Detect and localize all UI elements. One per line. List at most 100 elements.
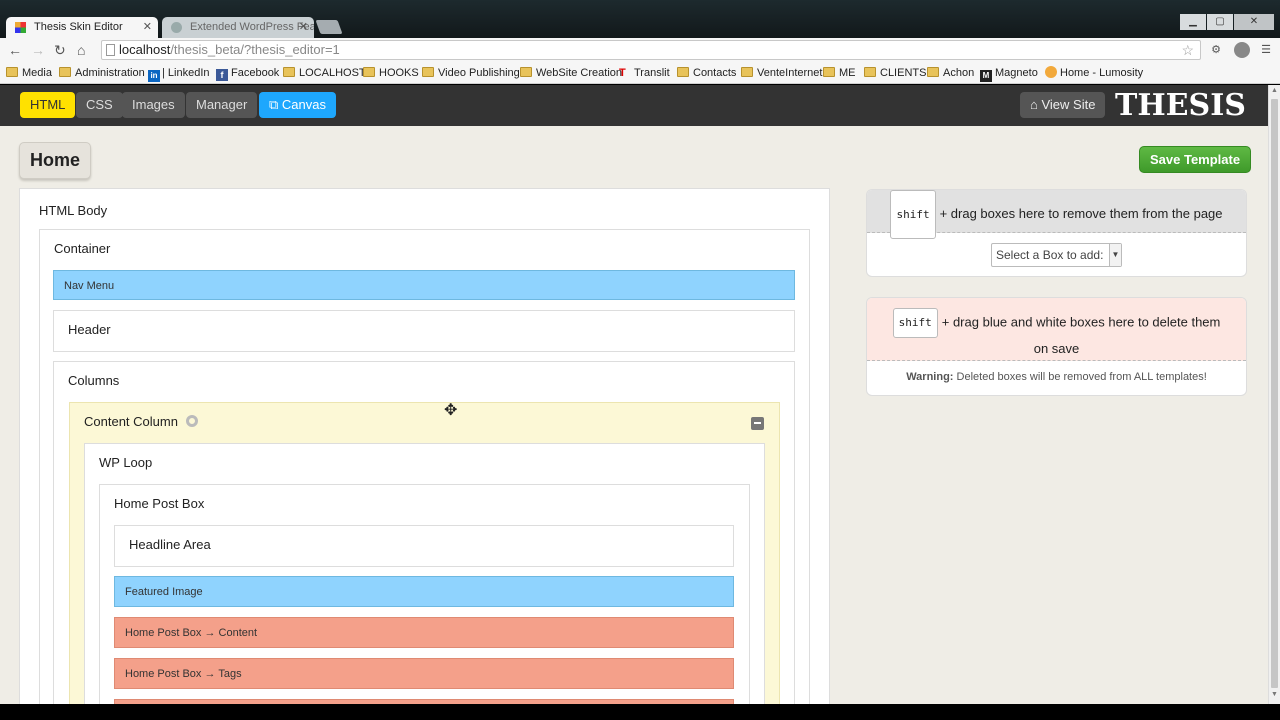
thesis-logo: THESIS: [1115, 88, 1246, 123]
box-label: Headline Area: [129, 537, 211, 552]
folder-icon: [422, 67, 434, 77]
bookmark-facebook[interactable]: f Facebook: [216, 66, 279, 81]
tab-title: Extended WordPress Feat: [190, 21, 314, 33]
box-label: Columns: [68, 373, 120, 388]
view-site-button[interactable]: ⌂ View Site: [1020, 92, 1106, 118]
dropdown-arrow-icon: ▼: [1109, 244, 1121, 266]
remove-drop-zone[interactable]: shift + drag boxes here to remove them fr…: [867, 190, 1246, 239]
delete-drop-zone[interactable]: shift + drag blue and white boxes here to…: [867, 298, 1246, 361]
translit-icon: T: [619, 67, 626, 79]
box-label: WP Loop: [99, 455, 153, 470]
gear-icon[interactable]: [185, 415, 198, 427]
extension-circle-icon[interactable]: [1234, 42, 1250, 58]
scroll-up-icon[interactable]: ▲: [1271, 87, 1278, 94]
bookmark-clients[interactable]: CLIENTS: [864, 66, 926, 80]
save-template-button[interactable]: Save Template: [1139, 146, 1252, 173]
close-window-icon[interactable]: ✕: [1234, 14, 1274, 30]
facebook-icon: f: [216, 69, 228, 81]
folder-icon: [823, 67, 835, 77]
close-tab-icon[interactable]: ✕: [299, 17, 308, 38]
wordpress-favicon-icon: [171, 22, 182, 33]
linkedin-icon: in: [148, 70, 160, 82]
editor-canvas: Home Save Template HTML Body Container N…: [0, 126, 1268, 704]
bookmark-lumosity[interactable]: Home - Lumosity: [1045, 66, 1143, 80]
select-box-dropdown[interactable]: Select a Box to add: ▼: [991, 243, 1122, 267]
bookmark-star-icon[interactable]: ☆: [1181, 41, 1194, 59]
shift-key: shift: [890, 190, 936, 239]
reload-icon[interactable]: ↻: [54, 42, 66, 58]
bookmark-venteinternet[interactable]: VenteInternet: [741, 66, 822, 80]
template-selector-button[interactable]: Home: [19, 142, 92, 179]
bookmarks-bar: Media Administration in | LinkedIn f Faceb…: [0, 62, 1280, 84]
close-tab-icon[interactable]: ✕: [143, 17, 152, 38]
bookmark-administration[interactable]: Administration: [59, 66, 145, 80]
box-post-tags[interactable]: Home Post Box → Tags: [114, 658, 734, 689]
collapse-icon[interactable]: [751, 417, 764, 430]
tab-thesis-skin-editor[interactable]: Thesis Skin Editor ✕: [6, 17, 158, 38]
scroll-down-icon[interactable]: ▼: [1271, 691, 1278, 698]
new-tab-button[interactable]: [315, 20, 343, 34]
folder-icon: [59, 67, 71, 77]
lumosity-icon: [1045, 66, 1057, 78]
box-nav-menu[interactable]: Nav Menu: [53, 270, 795, 300]
manager-tab-button[interactable]: Manager: [186, 92, 258, 118]
forward-arrow-icon[interactable]: →: [31, 42, 45, 58]
bookmark-website-creation[interactable]: WebSite Creation: [520, 66, 622, 80]
box-featured-image[interactable]: Featured Image: [114, 576, 734, 607]
minimize-icon[interactable]: ▁: [1180, 14, 1206, 30]
remove-boxes-panel[interactable]: shift + drag boxes here to remove them fr…: [866, 189, 1247, 277]
tab-title: Thesis Skin Editor: [34, 21, 123, 33]
shift-key: shift: [892, 308, 938, 338]
bookmark-translit[interactable]: T Translit: [619, 66, 670, 80]
canvas-icon: ⧉: [269, 97, 279, 112]
delete-instruction: + drag blue and white boxes here to dele…: [941, 314, 1221, 356]
move-cursor-icon: ✥: [444, 402, 458, 419]
home-icon[interactable]: ⌂: [77, 42, 85, 58]
box-headline-area[interactable]: Headline Area: [114, 525, 734, 567]
folder-icon: [363, 67, 375, 77]
bookmark-magneto[interactable]: M Magneto: [980, 66, 1038, 82]
page-scrollbar[interactable]: ▲ ▼: [1268, 85, 1280, 704]
folder-icon: [677, 67, 689, 77]
delete-boxes-panel[interactable]: shift + drag blue and white boxes here to…: [866, 297, 1247, 396]
bookmark-contacts[interactable]: Contacts: [677, 66, 736, 80]
folder-icon: [927, 67, 939, 77]
window-controls: ▁ ▢ ✕: [1180, 14, 1274, 30]
bookmark-hooks[interactable]: HOOKS: [363, 66, 419, 80]
bookmark-achon[interactable]: Achon: [927, 66, 974, 80]
images-tab-button[interactable]: Images: [122, 92, 185, 118]
bookmark-localhost[interactable]: LOCALHOST: [283, 66, 366, 80]
url-path: /thesis_beta/?thesis_editor=1: [170, 42, 340, 57]
home-icon: ⌂: [1030, 97, 1038, 112]
css-tab-button[interactable]: CSS: [76, 92, 123, 118]
remove-instruction: + drag boxes here to remove them from th…: [939, 205, 1223, 221]
browser-toolbar: ← → ↻ ⌂ localhost/thesis_beta/?thesis_ed…: [0, 38, 1280, 62]
box-header[interactable]: Header: [53, 310, 795, 352]
url-host: localhost: [119, 42, 171, 57]
box-post-content[interactable]: Home Post Box → Content: [114, 617, 734, 648]
delete-warning: Warning: Deleted boxes will be removed f…: [906, 371, 1207, 383]
bookmark-media[interactable]: Media: [6, 66, 52, 80]
extension-icon[interactable]: ⚙: [1208, 42, 1224, 58]
thesis-top-bar: HTML CSS Images Manager ⧉ Canvas ⌂ View …: [0, 85, 1268, 126]
box-label: Header: [68, 322, 111, 337]
thesis-favicon-icon: [15, 22, 26, 33]
box-label: Content Column: [84, 414, 198, 429]
folder-icon: [520, 67, 532, 77]
folder-icon: [864, 67, 876, 77]
back-arrow-icon[interactable]: ←: [8, 42, 22, 58]
html-tab-button[interactable]: HTML: [20, 92, 76, 118]
bookmark-video-publishing[interactable]: Video Publishing: [422, 66, 520, 80]
maximize-icon[interactable]: ▢: [1207, 14, 1233, 30]
scrollbar-thumb[interactable]: [1271, 99, 1278, 688]
menu-icon[interactable]: ☰: [1258, 42, 1274, 58]
address-bar[interactable]: localhost/thesis_beta/?thesis_editor=1 ☆: [101, 40, 1201, 60]
bookmark-me[interactable]: ME: [823, 66, 856, 80]
folder-icon: [283, 67, 295, 77]
canvas-button[interactable]: ⧉ Canvas: [259, 92, 336, 118]
bottom-edge: [0, 704, 1280, 720]
browser-tab-bar: Thesis Skin Editor ✕ Extended WordPress …: [0, 0, 1280, 38]
bookmark-linkedin[interactable]: in | LinkedIn: [148, 66, 210, 82]
page-icon: [106, 44, 115, 56]
tab-extended-wordpress[interactable]: Extended WordPress Feat ✕: [162, 17, 314, 38]
